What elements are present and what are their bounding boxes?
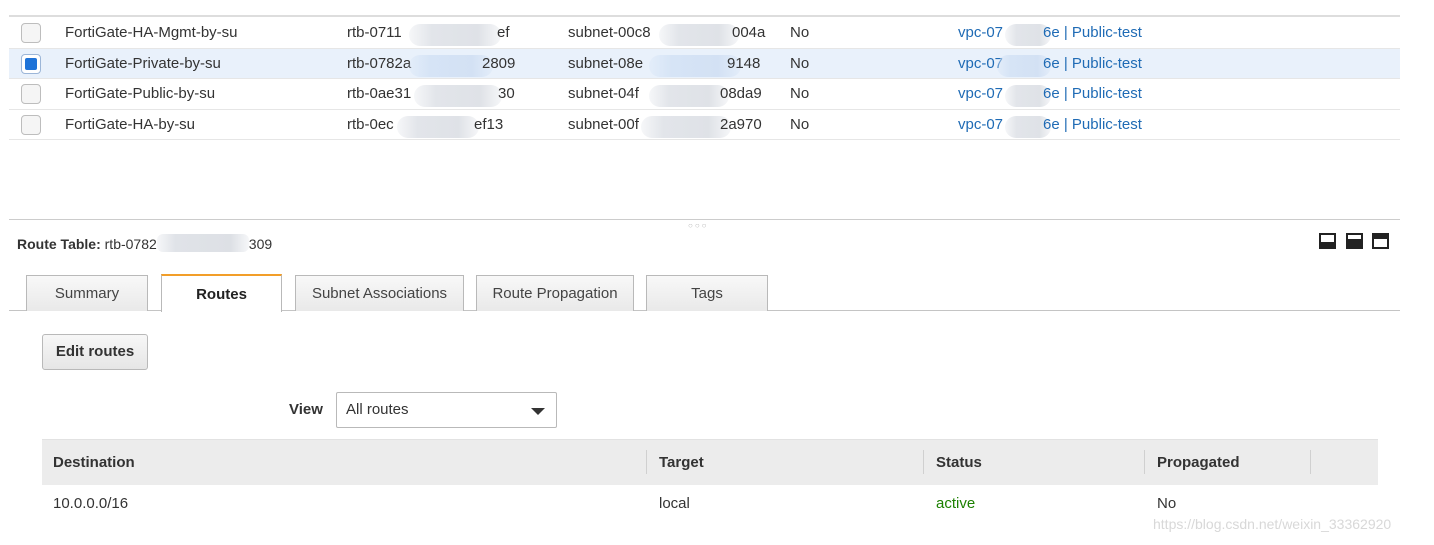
tab-summary[interactable]: Summary <box>26 275 148 311</box>
subnet-id-prefix: subnet-00c8 <box>568 24 651 41</box>
tab-tags[interactable]: Tags <box>646 275 768 311</box>
column-separator <box>1144 450 1145 474</box>
route-table-id-suffix: ef <box>497 24 510 41</box>
edit-routes-button[interactable]: Edit routes <box>42 334 148 370</box>
redaction-blur <box>156 234 249 252</box>
table-row[interactable]: FortiGate-Private-by-su rtb-0782a 2809 s… <box>9 48 1400 79</box>
route-table-id-suffix: ef13 <box>474 115 504 133</box>
table-row[interactable]: FortiGate-Public-by-su rtb-0ae31 30 subn… <box>9 79 1400 110</box>
subnet-id-suffix: 004a <box>732 24 766 41</box>
table-row[interactable]: FortiGate-HA-by-su rtb-0ec ef13 subnet-0… <box>9 110 1400 140</box>
column-separator <box>923 450 924 474</box>
main-flag: No <box>790 24 810 41</box>
row-checkbox[interactable] <box>21 114 41 135</box>
row-checkbox[interactable] <box>21 53 41 74</box>
row-checkbox[interactable] <box>21 84 41 104</box>
column-header-propagated[interactable]: Propagated <box>1146 440 1240 486</box>
column-separator <box>1310 450 1311 474</box>
resize-grip-icon[interactable]: ○○○ <box>688 222 709 230</box>
redaction-blur <box>414 85 502 107</box>
vpc-link-prefix[interactable]: vpc-07 <box>958 79 1003 108</box>
route-table-id-prefix: rtb-0711 <box>347 24 402 41</box>
watermark: https://blog.csdn.net/weixin_33362920 <box>1153 516 1392 532</box>
route-table-name: FortiGate-Private-by-su <box>65 54 221 72</box>
route-table-name: FortiGate-HA-Mgmt-by-su <box>65 24 238 41</box>
view-select-value: All routes <box>346 401 409 418</box>
route-table-list: FortiGate-HA-Mgmt-by-su rtb-0711 ef subn… <box>9 18 1400 140</box>
subnet-id-suffix: 08da9 <box>720 85 762 102</box>
route-table-id-suffix: 2809 <box>482 54 516 72</box>
table-row[interactable]: FortiGate-HA-Mgmt-by-su rtb-0711 ef subn… <box>9 18 1400 49</box>
redaction-blur <box>409 54 493 77</box>
vpc-link-prefix[interactable]: vpc-07 <box>958 110 1003 139</box>
route-table-name: FortiGate-HA-by-su <box>65 115 196 133</box>
column-separator <box>646 450 647 474</box>
subnet-id-prefix: subnet-08e <box>568 54 644 72</box>
panel-divider[interactable] <box>9 219 1400 220</box>
route-table-id-prefix: rtb-0782a <box>347 54 412 72</box>
panel-full-icon[interactable] <box>1372 233 1389 249</box>
tab-routes[interactable]: Routes <box>161 274 282 312</box>
subnet-id-prefix: subnet-00f <box>568 115 639 133</box>
redaction-blur <box>659 24 739 46</box>
vpc-link[interactable]: 6e | Public-test <box>1043 49 1142 78</box>
column-header-status[interactable]: Status <box>925 440 982 486</box>
route-destination: 10.0.0.0/16 <box>53 495 129 512</box>
route-target: local <box>659 495 690 512</box>
detail-title: Route Table: rtb-0782 309 <box>17 234 272 252</box>
vpc-link[interactable]: 6e | Public-test <box>1043 110 1142 139</box>
column-header-target[interactable]: Target <box>648 440 704 486</box>
route-table-id-suffix: 30 <box>498 85 515 102</box>
subnet-id-suffix: 9148 <box>727 54 761 72</box>
detail-title-id-prefix: rtb-0782 <box>104 236 157 252</box>
vpc-link[interactable]: 6e | Public-test <box>1043 18 1142 47</box>
redaction-blur <box>397 115 479 138</box>
vpc-link[interactable]: 6e | Public-test <box>1043 79 1142 108</box>
chevron-down-icon <box>531 408 545 415</box>
row-checkbox[interactable] <box>21 23 41 43</box>
view-select[interactable]: All routes <box>336 392 557 428</box>
list-top-border <box>9 15 1400 17</box>
main-flag: No <box>790 115 810 133</box>
main-flag: No <box>790 85 810 102</box>
detail-title-label: Route Table: <box>17 236 101 252</box>
vpc-link-prefix[interactable]: vpc-07 <box>958 18 1003 47</box>
tab-route-propagation[interactable]: Route Propagation <box>476 275 634 311</box>
view-label: View <box>289 401 323 418</box>
route-table-id-prefix: rtb-0ec <box>347 115 394 133</box>
redaction-blur <box>641 115 731 138</box>
subnet-id-suffix: 2a970 <box>720 115 762 133</box>
route-table-name: FortiGate-Public-by-su <box>65 85 216 102</box>
panel-half-icon[interactable] <box>1346 233 1363 249</box>
redaction-blur <box>409 24 501 46</box>
redaction-blur <box>649 85 729 107</box>
route-status: active <box>936 495 976 512</box>
column-header-destination[interactable]: Destination <box>42 440 135 486</box>
subnet-id-prefix: subnet-04f <box>568 85 639 102</box>
panel-bottom-icon[interactable] <box>1319 233 1336 249</box>
detail-title-id-suffix: 309 <box>248 236 273 252</box>
routes-table-header: Destination Target Status Propagated <box>42 439 1378 485</box>
tab-subnet-associations[interactable]: Subnet Associations <box>295 275 464 311</box>
route-table-id-prefix: rtb-0ae31 <box>347 85 412 102</box>
main-flag: No <box>790 54 810 72</box>
